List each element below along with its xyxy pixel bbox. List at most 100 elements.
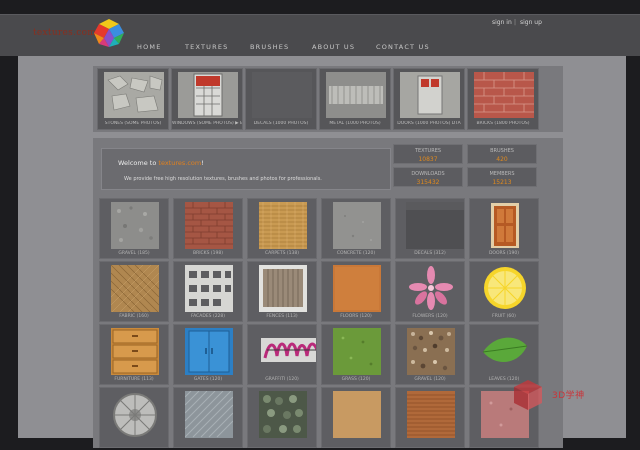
grass-thumb-icon	[333, 328, 381, 375]
category-tile[interactable]: FACADES (228)	[173, 261, 243, 322]
bricks-thumb-icon	[474, 72, 534, 118]
stat-members: MEMBERS 15213	[467, 167, 537, 187]
stat-textures: TEXTURES 10837	[393, 144, 463, 164]
screen: textures.com sign in | sign up HOME TEXT…	[0, 0, 640, 450]
category-tile[interactable]: GRAFFITI (120)	[247, 324, 317, 385]
category-caption: DECALS (312)	[414, 251, 446, 256]
stone-wall-thumb-icon	[104, 72, 164, 118]
sign-in-link[interactable]: sign in	[492, 19, 512, 26]
pebble-thumb-icon	[407, 328, 455, 375]
featured-item[interactable]: METAL (1000 PHOTOS)	[319, 68, 391, 130]
category-caption: BRICKS (198)	[192, 251, 224, 256]
category-caption: GATES (120)	[193, 377, 223, 382]
category-tile[interactable]: FENCES (113)	[247, 261, 317, 322]
door-thumb-icon	[481, 202, 529, 249]
watermark-cube-icon	[514, 380, 542, 410]
category-tile[interactable]: GRAVEL (185)	[99, 198, 169, 259]
nav-home[interactable]: HOME	[137, 43, 162, 51]
category-caption: GRAFFITI (120)	[265, 377, 299, 382]
category-tile[interactable]: FLOORS (120)	[321, 261, 391, 322]
category-tile[interactable]	[173, 387, 243, 448]
leaf-thumb-icon	[481, 328, 529, 375]
category-tile[interactable]: DOORS (190)	[469, 198, 539, 259]
category-tile[interactable]	[99, 387, 169, 448]
category-tile[interactable]: FURNITURE (113)	[99, 324, 169, 385]
logo-cube-icon[interactable]	[92, 17, 126, 51]
welcome-box: Welcome to textures.com! We provide free…	[101, 148, 391, 190]
decal-thumb-icon	[406, 202, 464, 249]
featured-caption: METAL (1000 PHOTOS)	[329, 121, 381, 126]
category-tile[interactable]: GRASS (120)	[321, 324, 391, 385]
stat-value: 420	[496, 156, 508, 163]
category-tile[interactable]: BRICKS (198)	[173, 198, 243, 259]
brick-thumb-icon	[185, 202, 233, 249]
category-tile[interactable]: FLOWERS (120)	[395, 261, 465, 322]
welcome-brand: textures.com	[158, 159, 202, 167]
category-tile[interactable]	[247, 387, 317, 448]
window-thumb-icon	[178, 72, 238, 118]
category-caption: CONCRETE (120)	[336, 251, 376, 256]
stat-downloads: DOWNLOADS 315432	[393, 167, 463, 187]
auth-separator: |	[514, 19, 517, 26]
gate-thumb-icon	[185, 328, 233, 375]
metal-plate-thumb-icon	[185, 391, 233, 438]
category-tile[interactable]: FRUIT (60)	[469, 261, 539, 322]
stat-label: DOWNLOADS	[411, 171, 445, 177]
category-caption: GRAVEL (120)	[414, 377, 446, 382]
stat-brushes: BRUSHES 420	[467, 144, 537, 164]
featured-caption: STONES (SOME PHOTOS)	[104, 121, 162, 126]
nav-about-us[interactable]: ABOUT US	[312, 43, 355, 51]
featured-item[interactable]: WINDOWS (SOME PHOTOS) ▶ ENG	[171, 68, 243, 130]
category-tile[interactable]: DECALS (312)	[395, 198, 465, 259]
welcome-text: We provide free high resolution textures…	[124, 176, 322, 182]
category-tile[interactable]: GRAVEL (120)	[395, 324, 465, 385]
door-window-thumb-icon	[400, 72, 460, 118]
nav-brushes[interactable]: BRUSHES	[250, 43, 289, 51]
category-caption: FURNITURE (113)	[114, 377, 154, 382]
featured-item[interactable]: DECALS (1000 PHOTOS)	[245, 68, 317, 130]
category-tile[interactable]: CARPETS (138)	[247, 198, 317, 259]
category-tile[interactable]: CONCRETE (120)	[321, 198, 391, 259]
nav-contact-us[interactable]: CONTACT US	[376, 43, 430, 51]
site-logo-text[interactable]: textures.com	[33, 28, 96, 38]
blank-thumb-icon	[252, 72, 312, 118]
featured-strip: STONES (SOME PHOTOS) WINDOWS (SOME PHOTO…	[93, 66, 563, 132]
featured-item[interactable]: DOORS (1000 PHOTOS) DTA	[393, 68, 465, 130]
sand-thumb-icon	[333, 391, 381, 438]
cobble-thumb-icon	[259, 391, 307, 438]
category-caption: FACADES (228)	[190, 314, 226, 319]
wood-plank-thumb-icon	[407, 391, 455, 438]
category-tile[interactable]: FABRIC (160)	[99, 261, 169, 322]
featured-caption: DECALS (1000 PHOTOS)	[253, 121, 309, 126]
stat-label: TEXTURES	[414, 148, 442, 154]
nav-textures[interactable]: TEXTURES	[185, 43, 229, 51]
category-tile[interactable]	[321, 387, 391, 448]
lemon-thumb-icon	[481, 265, 529, 312]
category-tile[interactable]	[395, 387, 465, 448]
sign-up-link[interactable]: sign up	[520, 19, 542, 26]
category-caption: FLOORS (120)	[340, 314, 372, 319]
category-caption: FRUIT (60)	[492, 314, 516, 319]
welcome-suffix: !	[201, 159, 204, 167]
drawer-thumb-icon	[111, 328, 159, 375]
featured-caption: DOORS (1000 PHOTOS) DTA	[397, 121, 461, 126]
featured-caption: WINDOWS (SOME PHOTOS) ▶ ENG	[172, 121, 242, 126]
floor-thumb-icon	[333, 265, 381, 312]
graffiti-thumb-icon	[259, 328, 316, 375]
watermark: 3D学神	[508, 376, 588, 416]
stat-value: 315432	[416, 179, 440, 186]
category-caption: GRAVEL (185)	[118, 251, 150, 256]
featured-item[interactable]: STONES (SOME PHOTOS)	[97, 68, 169, 130]
category-caption: FLOWERS (120)	[412, 314, 448, 319]
metal-thumb-icon	[326, 72, 386, 118]
category-caption: DOORS (190)	[488, 251, 520, 256]
category-caption: GRASS (120)	[341, 377, 371, 382]
fence-thumb-icon	[259, 265, 307, 312]
welcome-title: Welcome to textures.com!	[118, 159, 204, 167]
category-tile[interactable]: GATES (120)	[173, 324, 243, 385]
flower-thumb-icon	[407, 265, 455, 312]
stat-label: BRUSHES	[490, 148, 514, 154]
welcome-prefix: Welcome to	[118, 159, 157, 167]
featured-item[interactable]: BRICKS (1800 PHOTOS)	[467, 68, 539, 130]
carpet-thumb-icon	[259, 202, 307, 249]
